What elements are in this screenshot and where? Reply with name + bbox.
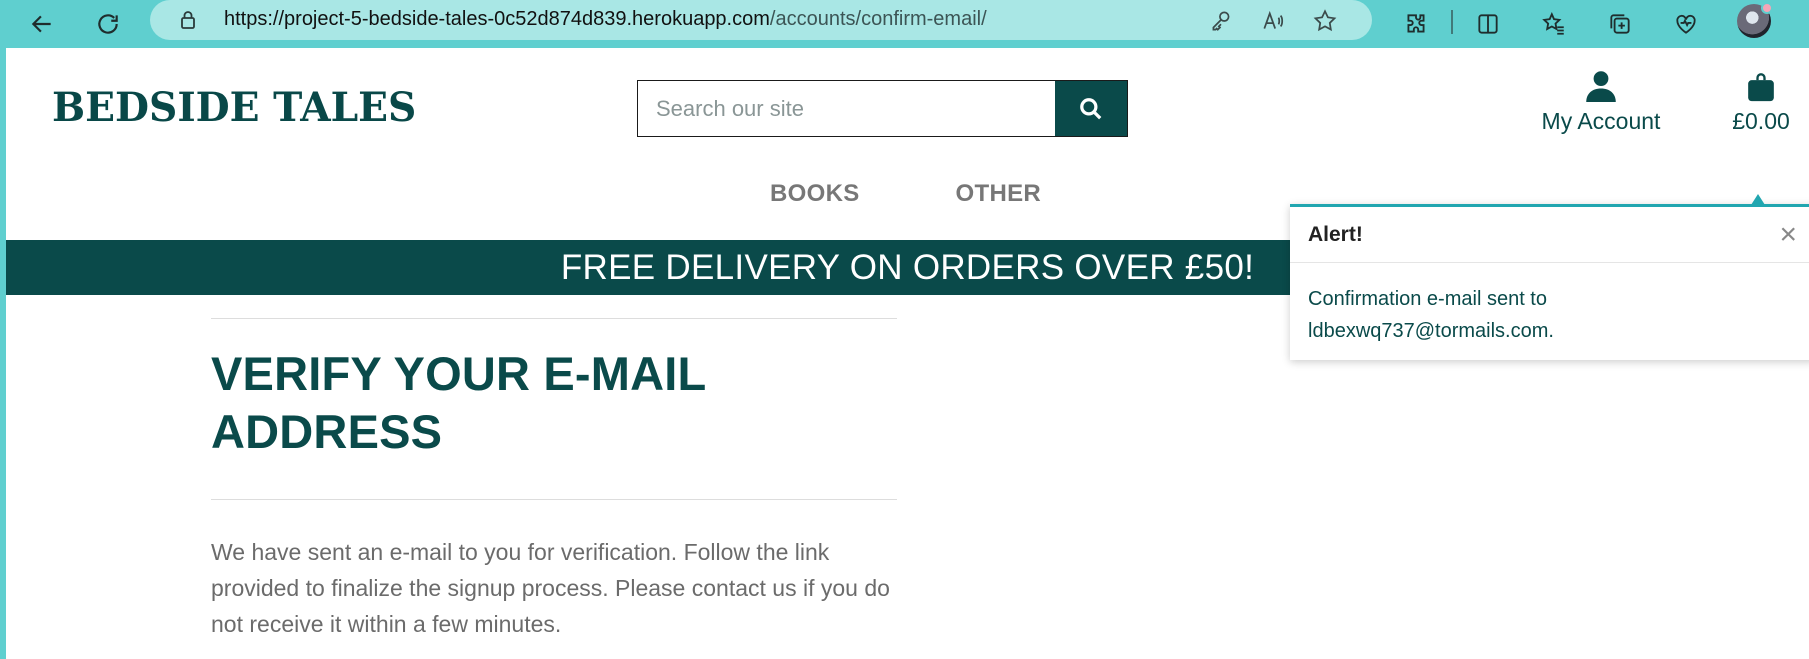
back-icon[interactable] xyxy=(22,4,62,44)
cart-link[interactable]: £0.00 xyxy=(1721,70,1801,135)
cart-total: £0.00 xyxy=(1732,108,1790,134)
my-account-link[interactable]: My Account xyxy=(1531,70,1671,135)
refresh-icon[interactable] xyxy=(88,4,128,44)
toast-header: Alert! × xyxy=(1290,207,1809,263)
browser-toolbar: https://project-5-bedside-tales-0c52d874… xyxy=(0,0,1809,48)
page-title-line2: ADDRESS xyxy=(211,405,443,458)
favorites-icon[interactable] xyxy=(1534,4,1574,44)
profile-avatar[interactable] xyxy=(1737,2,1773,38)
main-content: VERIFY YOUR E-MAIL ADDRESS We have sent … xyxy=(211,318,897,642)
toolbar-divider xyxy=(1451,10,1453,34)
divider xyxy=(211,318,897,319)
nav-books[interactable]: BOOKS xyxy=(770,180,860,208)
toast-arrow xyxy=(1751,194,1765,205)
extensions-icon[interactable] xyxy=(1396,4,1436,44)
toast-title: Alert! xyxy=(1308,222,1363,246)
main-nav: BOOKS OTHER xyxy=(770,180,1041,208)
page-title-line1: VERIFY YOUR E-MAIL xyxy=(211,347,707,400)
my-account-label: My Account xyxy=(1541,108,1661,134)
web-page: BEDSIDE TALES My Account £0.00 BOOKS OTH… xyxy=(6,48,1809,659)
user-icon xyxy=(1586,71,1616,102)
read-aloud-icon[interactable] xyxy=(1260,8,1286,34)
notification-dot xyxy=(1761,2,1773,14)
verification-message: We have sent an e-mail to you for verifi… xyxy=(211,539,890,637)
search-button[interactable] xyxy=(1055,81,1127,136)
key-icon[interactable] xyxy=(1208,8,1234,34)
browser-essentials-icon[interactable] xyxy=(1666,4,1706,44)
toast-message-line1: Confirmation e-mail sent to xyxy=(1308,288,1547,310)
site-logo[interactable]: BEDSIDE TALES xyxy=(52,84,416,131)
toast-body: Confirmation e-mail sent to ldbexwq737@t… xyxy=(1290,263,1809,367)
search-form xyxy=(637,80,1128,137)
alert-toast: Alert! × Confirmation e-mail sent to ldb… xyxy=(1290,194,1809,360)
search-icon xyxy=(1080,97,1102,119)
lock-icon[interactable] xyxy=(176,8,200,32)
shopping-bag-icon xyxy=(1748,73,1774,102)
close-icon[interactable]: × xyxy=(1779,219,1797,250)
nav-other[interactable]: OTHER xyxy=(956,180,1042,208)
toast-message-line2: ldbexwq737@tormails.com. xyxy=(1308,320,1554,342)
url-text[interactable]: https://project-5-bedside-tales-0c52d874… xyxy=(224,8,987,31)
favorite-star-icon[interactable] xyxy=(1312,8,1338,34)
divider xyxy=(211,499,897,500)
split-screen-icon[interactable] xyxy=(1468,4,1508,44)
search-input[interactable] xyxy=(638,81,1055,136)
collections-icon[interactable] xyxy=(1600,4,1640,44)
page-title: VERIFY YOUR E-MAIL ADDRESS xyxy=(211,345,897,461)
address-bar[interactable]: https://project-5-bedside-tales-0c52d874… xyxy=(150,0,1372,40)
